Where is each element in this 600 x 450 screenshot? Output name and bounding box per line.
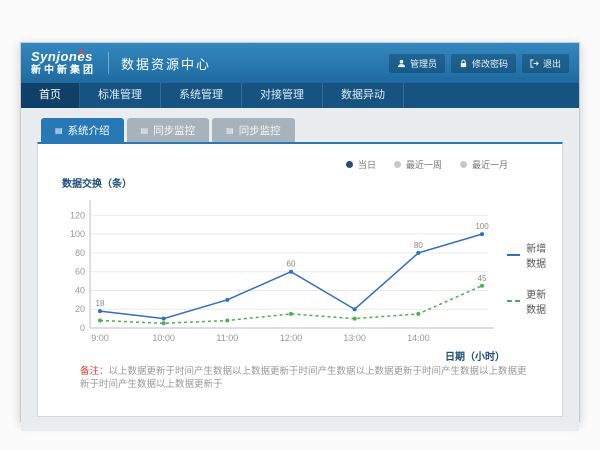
logo-company-name: 新中新集团: [31, 66, 96, 76]
nav-item-home[interactable]: 首页: [21, 83, 80, 108]
svg-text:45: 45: [478, 274, 487, 283]
chart-legend: 新增数据 更新数据: [507, 240, 548, 365]
y-axis-title: 数据交换（条）: [62, 175, 548, 190]
tab-bar: ▤ 系统介绍 ▤ 同步监控 ▤ 同步监控: [41, 118, 563, 142]
svg-text:18: 18: [96, 299, 105, 308]
user-icon: [397, 59, 406, 68]
change-password-button[interactable]: 修改密码: [451, 54, 516, 73]
header-divider: [108, 52, 109, 74]
svg-text:40: 40: [75, 285, 85, 295]
page-title: 数据资源中心: [121, 54, 211, 73]
svg-text:11:00: 11:00: [216, 333, 238, 343]
svg-text:12:00: 12:00: [280, 333, 303, 343]
tab-grid-icon: ▤: [55, 127, 63, 135]
x-axis-title: 日期（小时）: [445, 348, 505, 363]
nav-item-standard-mgmt[interactable]: 标准管理: [80, 83, 161, 108]
tab-sync-monitor-1[interactable]: ▤ 同步监控: [127, 118, 210, 142]
filter-dot-icon: [346, 161, 353, 168]
filter-last-month[interactable]: 最近一月: [460, 158, 508, 171]
svg-text:13:00: 13:00: [343, 333, 366, 343]
svg-text:80: 80: [75, 248, 85, 258]
logout-icon: [530, 59, 539, 68]
filter-today[interactable]: 当日: [346, 158, 376, 171]
logout-label: 退出: [543, 57, 561, 70]
tab-grid-icon: ▤: [226, 127, 234, 135]
logo-text: Synjones: [31, 50, 96, 63]
filter-label: 最近一周: [406, 158, 442, 171]
admin-user-button[interactable]: 管理员: [389, 54, 445, 73]
content-area: ▤ 系统介绍 ▤ 同步监控 ▤ 同步监控 当日: [21, 108, 579, 431]
footnote-prefix: 备注：: [80, 366, 109, 377]
tab-grid-icon: ▤: [141, 127, 149, 135]
svg-text:100: 100: [475, 222, 489, 231]
chart-row: 0 20 40 60 80 100 120 9:00 10:00 11:00 12:00 13:00 1…: [54, 192, 548, 365]
svg-text:80: 80: [414, 241, 423, 250]
filter-label: 最近一月: [472, 158, 508, 171]
logout-button[interactable]: 退出: [522, 54, 569, 73]
logo-accent-dot: [79, 50, 83, 54]
nav-item-integration-mgmt[interactable]: 对接管理: [242, 83, 323, 108]
main-nav: 首页 标准管理 系统管理 对接管理 数据异动: [21, 83, 579, 108]
app-window: Synjones 新中新集团 数据资源中心 管理员 修改密码: [20, 42, 580, 422]
header: Synjones 新中新集团 数据资源中心 管理员 修改密码: [21, 43, 579, 83]
svg-text:10:00: 10:00: [152, 333, 175, 343]
logo[interactable]: Synjones 新中新集团: [31, 50, 96, 76]
nav-item-system-mgmt[interactable]: 系统管理: [161, 83, 242, 108]
legend-line-solid-icon: [507, 254, 520, 256]
legend-label: 更新数据: [526, 286, 548, 316]
chart-svg: 0 20 40 60 80 100 120 9:00 10:00 11:00 12:00 13:00 1…: [54, 192, 499, 360]
time-range-filters: 当日 最近一周 最近一月: [54, 154, 548, 171]
chart-card: 当日 最近一周 最近一月 数据交换（条） 0 20 40 60 80 100 120 9:00…: [37, 142, 563, 417]
footnote-text: 以上数据更新于时间产生数据以上数据更新于时间产生数据以上数据更新于时间产生数据以…: [80, 366, 527, 390]
filter-label: 当日: [358, 158, 376, 171]
admin-user-label: 管理员: [410, 57, 437, 70]
nav-item-data-change[interactable]: 数据异动: [323, 83, 404, 108]
chart-card-inner: 当日 最近一周 最近一月 数据交换（条） 0 20 40 60 80 100 120 9:00…: [38, 144, 562, 416]
svg-text:60: 60: [75, 267, 85, 277]
tab-sync-monitor-2[interactable]: ▤ 同步监控: [212, 118, 295, 142]
tab-label: 系统介绍: [68, 123, 110, 138]
line-chart: 0 20 40 60 80 100 120 9:00 10:00 11:00 12:00 13:00 1…: [54, 192, 499, 365]
footnote: 备注：以上数据更新于时间产生数据以上数据更新于时间产生数据以上数据更新于时间产生…: [54, 365, 548, 408]
svg-text:14:00: 14:00: [407, 333, 430, 343]
filter-dot-icon: [394, 161, 401, 168]
tab-system-intro[interactable]: ▤ 系统介绍: [41, 118, 124, 142]
filter-last-week[interactable]: 最近一周: [394, 158, 442, 171]
svg-text:9:00: 9:00: [91, 333, 109, 343]
tab-label: 同步监控: [153, 123, 195, 138]
svg-text:120: 120: [70, 210, 85, 220]
legend-item-new-data[interactable]: 新增数据: [507, 240, 548, 270]
svg-text:60: 60: [287, 260, 296, 269]
svg-text:100: 100: [70, 229, 85, 239]
svg-text:20: 20: [75, 304, 85, 314]
lock-icon: [459, 59, 468, 68]
legend-line-dashed-icon: [507, 300, 520, 302]
header-actions: 管理员 修改密码 退出: [389, 54, 569, 73]
tab-label: 同步监控: [239, 123, 281, 138]
legend-label: 新增数据: [526, 240, 548, 270]
legend-item-updated-data[interactable]: 更新数据: [507, 286, 548, 316]
svg-text:0: 0: [80, 323, 85, 333]
filter-dot-icon: [460, 161, 467, 168]
change-password-label: 修改密码: [472, 57, 508, 70]
